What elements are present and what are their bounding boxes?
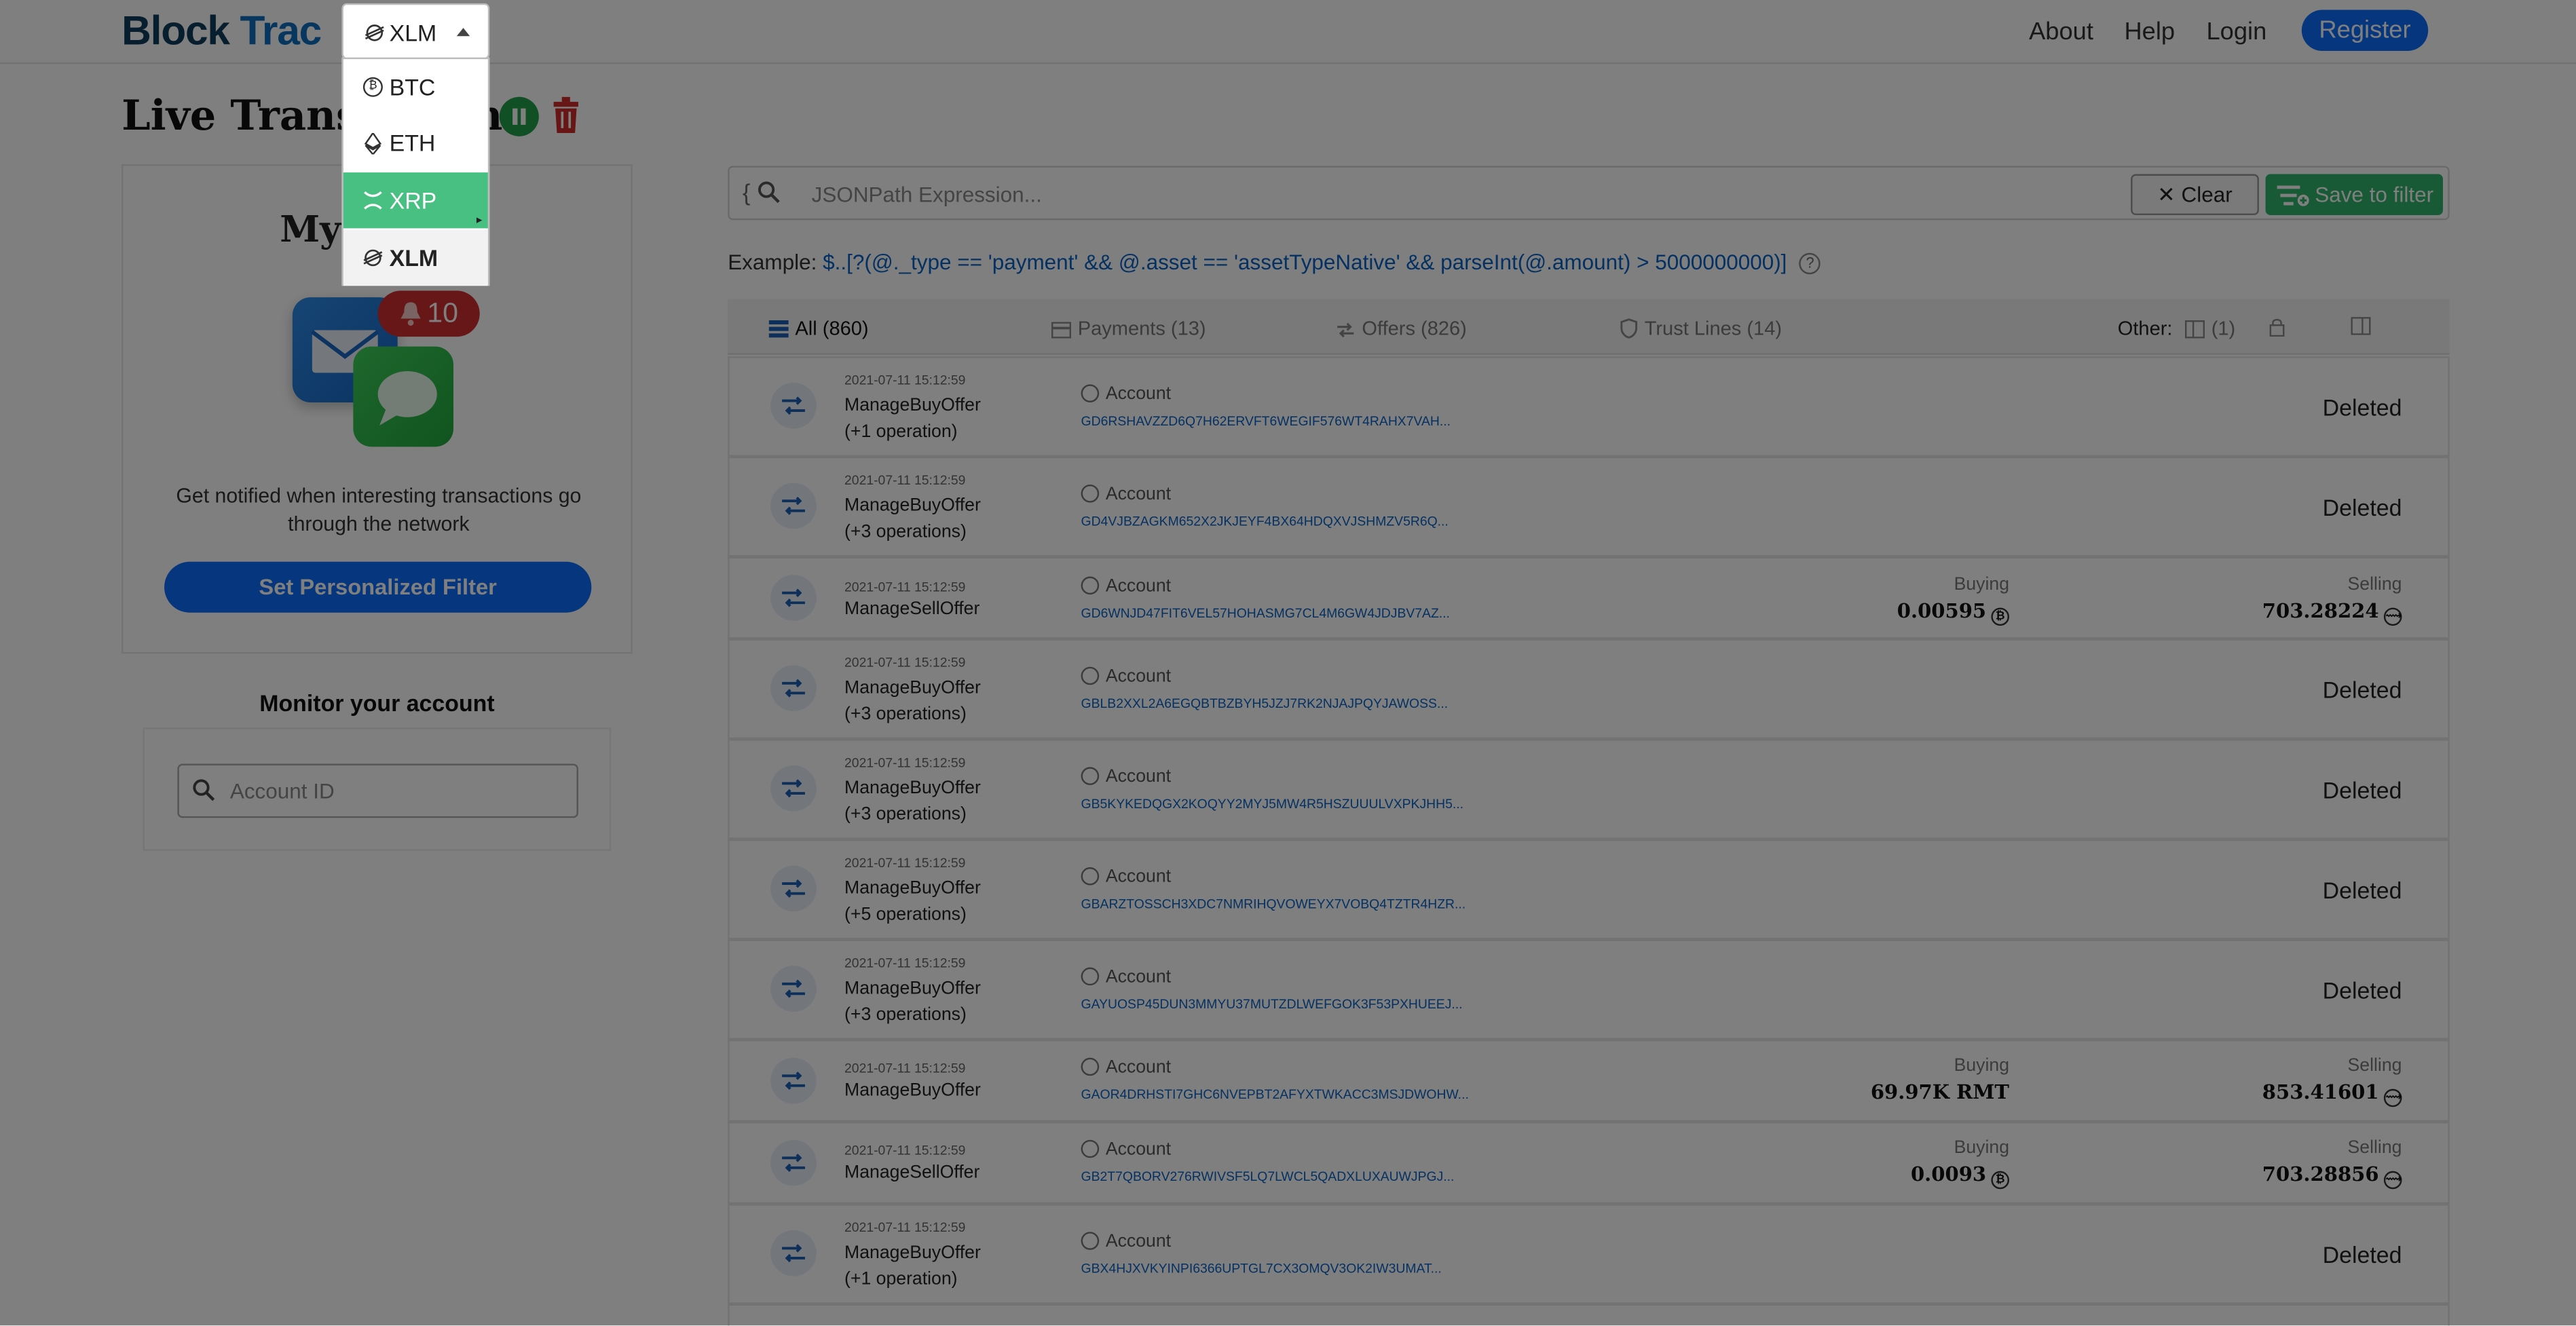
stellar-icon — [365, 24, 384, 41]
bitcoin-icon: ₿ — [362, 77, 383, 97]
currency-option-label: ETH — [389, 130, 436, 156]
currency-select[interactable]: XLM — [341, 3, 490, 60]
currency-option-label: XRP — [389, 187, 437, 214]
currency-option-btc[interactable]: ₿ BTC — [343, 59, 488, 115]
currency-selected: XLM — [389, 20, 437, 46]
chevron-up-icon — [456, 28, 470, 37]
mouse-cursor: ▸ — [476, 215, 483, 227]
ethereum-icon — [364, 133, 382, 155]
currency-option-label: BTC — [389, 73, 436, 100]
page: Block Trac About Help Login Register Liv… — [0, 0, 2576, 1326]
ripple-icon — [364, 191, 382, 210]
stellar-icon — [363, 249, 383, 267]
currency-dropdown: ₿ BTC ETH XRP ▸ XLM — [341, 57, 490, 286]
currency-option-xrp[interactable]: XRP ▸ — [343, 172, 488, 229]
currency-option-xlm[interactable]: XLM — [343, 229, 488, 286]
currency-option-label: XLM — [389, 244, 438, 271]
currency-option-eth[interactable]: ETH — [343, 115, 488, 170]
